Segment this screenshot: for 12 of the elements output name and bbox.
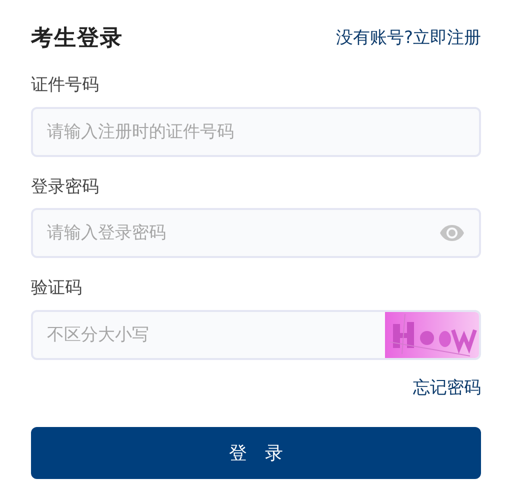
login-button[interactable]: 登 录: [31, 427, 481, 479]
login-title: 考生登录: [31, 25, 123, 53]
field-label: 登录密码: [31, 176, 100, 198]
password-field[interactable]: 请输入登录密码: [31, 208, 481, 258]
input-field[interactable]: 请输入登录密码: [33, 210, 439, 256]
captcha-field[interactable]: 不区分大小写: [31, 310, 481, 360]
field-label: 证件号码: [31, 74, 100, 97]
eye-icon[interactable]: [439, 224, 465, 242]
field-label: 验证码: [31, 277, 83, 300]
register-link[interactable]: 没有账号?立即注册: [336, 26, 481, 52]
forgot-password-link[interactable]: 忘记密码: [413, 376, 481, 401]
input-field[interactable]: 不区分大小写: [33, 312, 385, 358]
